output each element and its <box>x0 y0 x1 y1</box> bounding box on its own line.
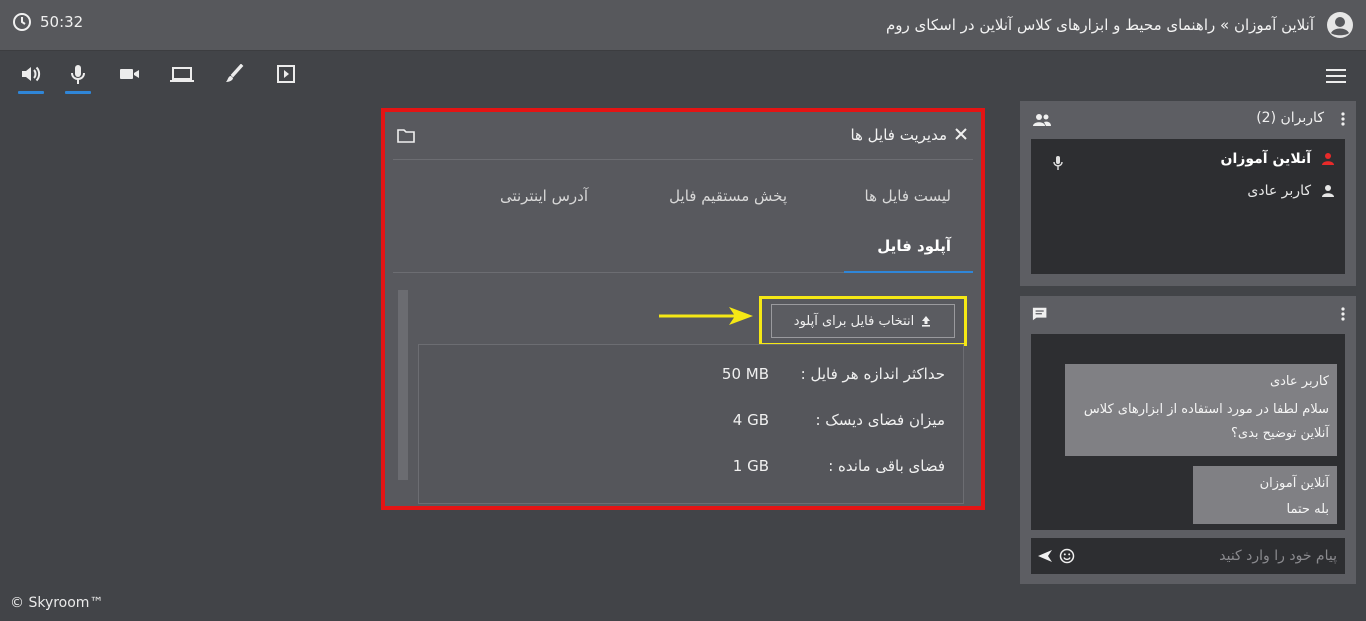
camera-icon <box>120 69 139 79</box>
users-group-icon <box>1033 114 1051 126</box>
copyright-footer: © Skyroom™ <box>10 595 104 611</box>
scrollbar[interactable] <box>398 290 408 480</box>
chat-message-input[interactable] <box>1095 538 1345 574</box>
users-panel: کاربران (2) آنلاین آموزان کاربر عادی <box>1020 101 1356 286</box>
info-value: 50 MB <box>721 365 769 383</box>
screen-share-icon <box>170 67 194 82</box>
tab-file-list[interactable]: لیست فایل ها <box>865 187 952 205</box>
message-text: بله حتما <box>1286 502 1329 517</box>
chat-message: آنلاین آموزان بله حتما <box>1193 466 1337 524</box>
folder-icon[interactable] <box>397 128 415 144</box>
user-name: آنلاین آموزان <box>1220 151 1311 167</box>
file-manager-tabs: لیست فایل ها پخش مستقیم فایل آدرس اینترن… <box>393 161 973 273</box>
mic-icon <box>71 65 85 84</box>
user-name: کاربر عادی <box>1247 183 1311 199</box>
speaker-icon <box>22 66 41 82</box>
active-tab-indicator <box>844 271 973 273</box>
message-sender: آنلاین آموزان <box>1259 476 1329 491</box>
file-manager-header: مدیریت فایل ها <box>393 112 973 160</box>
info-row-max-size: حداکثر اندازه هر فایل : 50 MB <box>419 365 945 389</box>
mic-icon <box>1053 156 1063 170</box>
file-manager-panel: مدیریت فایل ها لیست فایل ها پخش مستقیم ف… <box>381 108 985 510</box>
info-row-disk-space: میزان فضای دیسک : 4 GB <box>419 411 945 435</box>
timer-text: 50:32 <box>40 13 84 31</box>
emoji-icon[interactable] <box>1059 548 1075 564</box>
chat-panel: کاربر عادی سلام لطفا در مورد استفاده از … <box>1020 296 1356 584</box>
send-icon[interactable] <box>1037 549 1053 563</box>
camera-button[interactable] <box>117 64 143 92</box>
close-icon[interactable] <box>953 126 969 142</box>
upload-highlight: انتخاب فایل برای آپلود <box>759 296 967 346</box>
upload-tab-content: انتخاب فایل برای آپلود حداکثر اندازه هر … <box>393 286 973 506</box>
info-value: 1 GB <box>732 457 769 475</box>
users-panel-header: کاربران (2) <box>1020 101 1356 137</box>
person-icon <box>1322 185 1334 197</box>
info-label: میزان فضای دیسک : <box>815 411 945 429</box>
tab-direct-play[interactable]: پخش مستقیم فایل <box>669 187 787 205</box>
microphone-button[interactable] <box>65 64 91 94</box>
screen-share-button[interactable] <box>169 64 195 92</box>
chat-icon <box>1032 307 1047 321</box>
toolbar <box>0 52 1366 100</box>
page-title: آنلاین آموزان » راهنمای محیط و ابزارهای … <box>885 16 1314 34</box>
list-item[interactable]: آنلاین آموزان <box>1041 149 1335 171</box>
message-sender: کاربر عادی <box>1269 374 1329 389</box>
chat-message: کاربر عادی سلام لطفا در مورد استفاده از … <box>1065 364 1337 456</box>
chat-input-bar <box>1031 538 1345 574</box>
info-value: 4 GB <box>732 411 769 429</box>
speaker-button[interactable] <box>18 64 44 94</box>
users-list: آنلاین آموزان کاربر عادی <box>1031 139 1345 274</box>
tab-internet-address[interactable]: آدرس اینترنتی <box>500 187 588 205</box>
more-options-icon[interactable] <box>1340 111 1346 127</box>
media-button[interactable] <box>273 64 299 92</box>
host-person-icon <box>1322 153 1334 165</box>
file-manager-title: مدیریت فایل ها <box>850 126 947 144</box>
users-panel-title: کاربران (2) <box>1256 110 1324 126</box>
whiteboard-brush-icon <box>226 64 244 82</box>
whiteboard-button[interactable] <box>221 64 247 92</box>
info-row-remaining-space: فضای باقی مانده : 1 GB <box>419 457 945 481</box>
title-bar: 50:32 آنلاین آموزان » راهنمای محیط و ابز… <box>0 0 1366 51</box>
more-options-icon[interactable] <box>1340 306 1346 322</box>
account-icon[interactable] <box>1326 11 1354 39</box>
chat-panel-header <box>1020 296 1356 332</box>
info-label: فضای باقی مانده : <box>828 457 945 475</box>
hamburger-menu-icon[interactable] <box>1326 68 1346 84</box>
pointer-arrow-annotation <box>659 307 753 325</box>
tab-upload-file[interactable]: آپلود فایل <box>877 237 951 255</box>
chat-messages: کاربر عادی سلام لطفا در مورد استفاده از … <box>1031 334 1345 530</box>
choose-file-upload-button[interactable]: انتخاب فایل برای آپلود <box>771 304 955 338</box>
upload-icon <box>922 316 931 327</box>
storage-info-box: حداکثر اندازه هر فایل : 50 MB میزان فضای… <box>418 344 964 504</box>
upload-button-label: انتخاب فایل برای آپلود <box>793 313 915 329</box>
clock-icon <box>13 13 31 31</box>
info-label: حداکثر اندازه هر فایل : <box>800 365 945 383</box>
media-play-icon <box>277 65 295 83</box>
message-text: سلام لطفا در مورد استفاده از ابزارهای کل… <box>1083 402 1329 441</box>
session-timer: 50:32 <box>12 12 83 32</box>
list-item[interactable]: کاربر عادی <box>1041 181 1335 203</box>
